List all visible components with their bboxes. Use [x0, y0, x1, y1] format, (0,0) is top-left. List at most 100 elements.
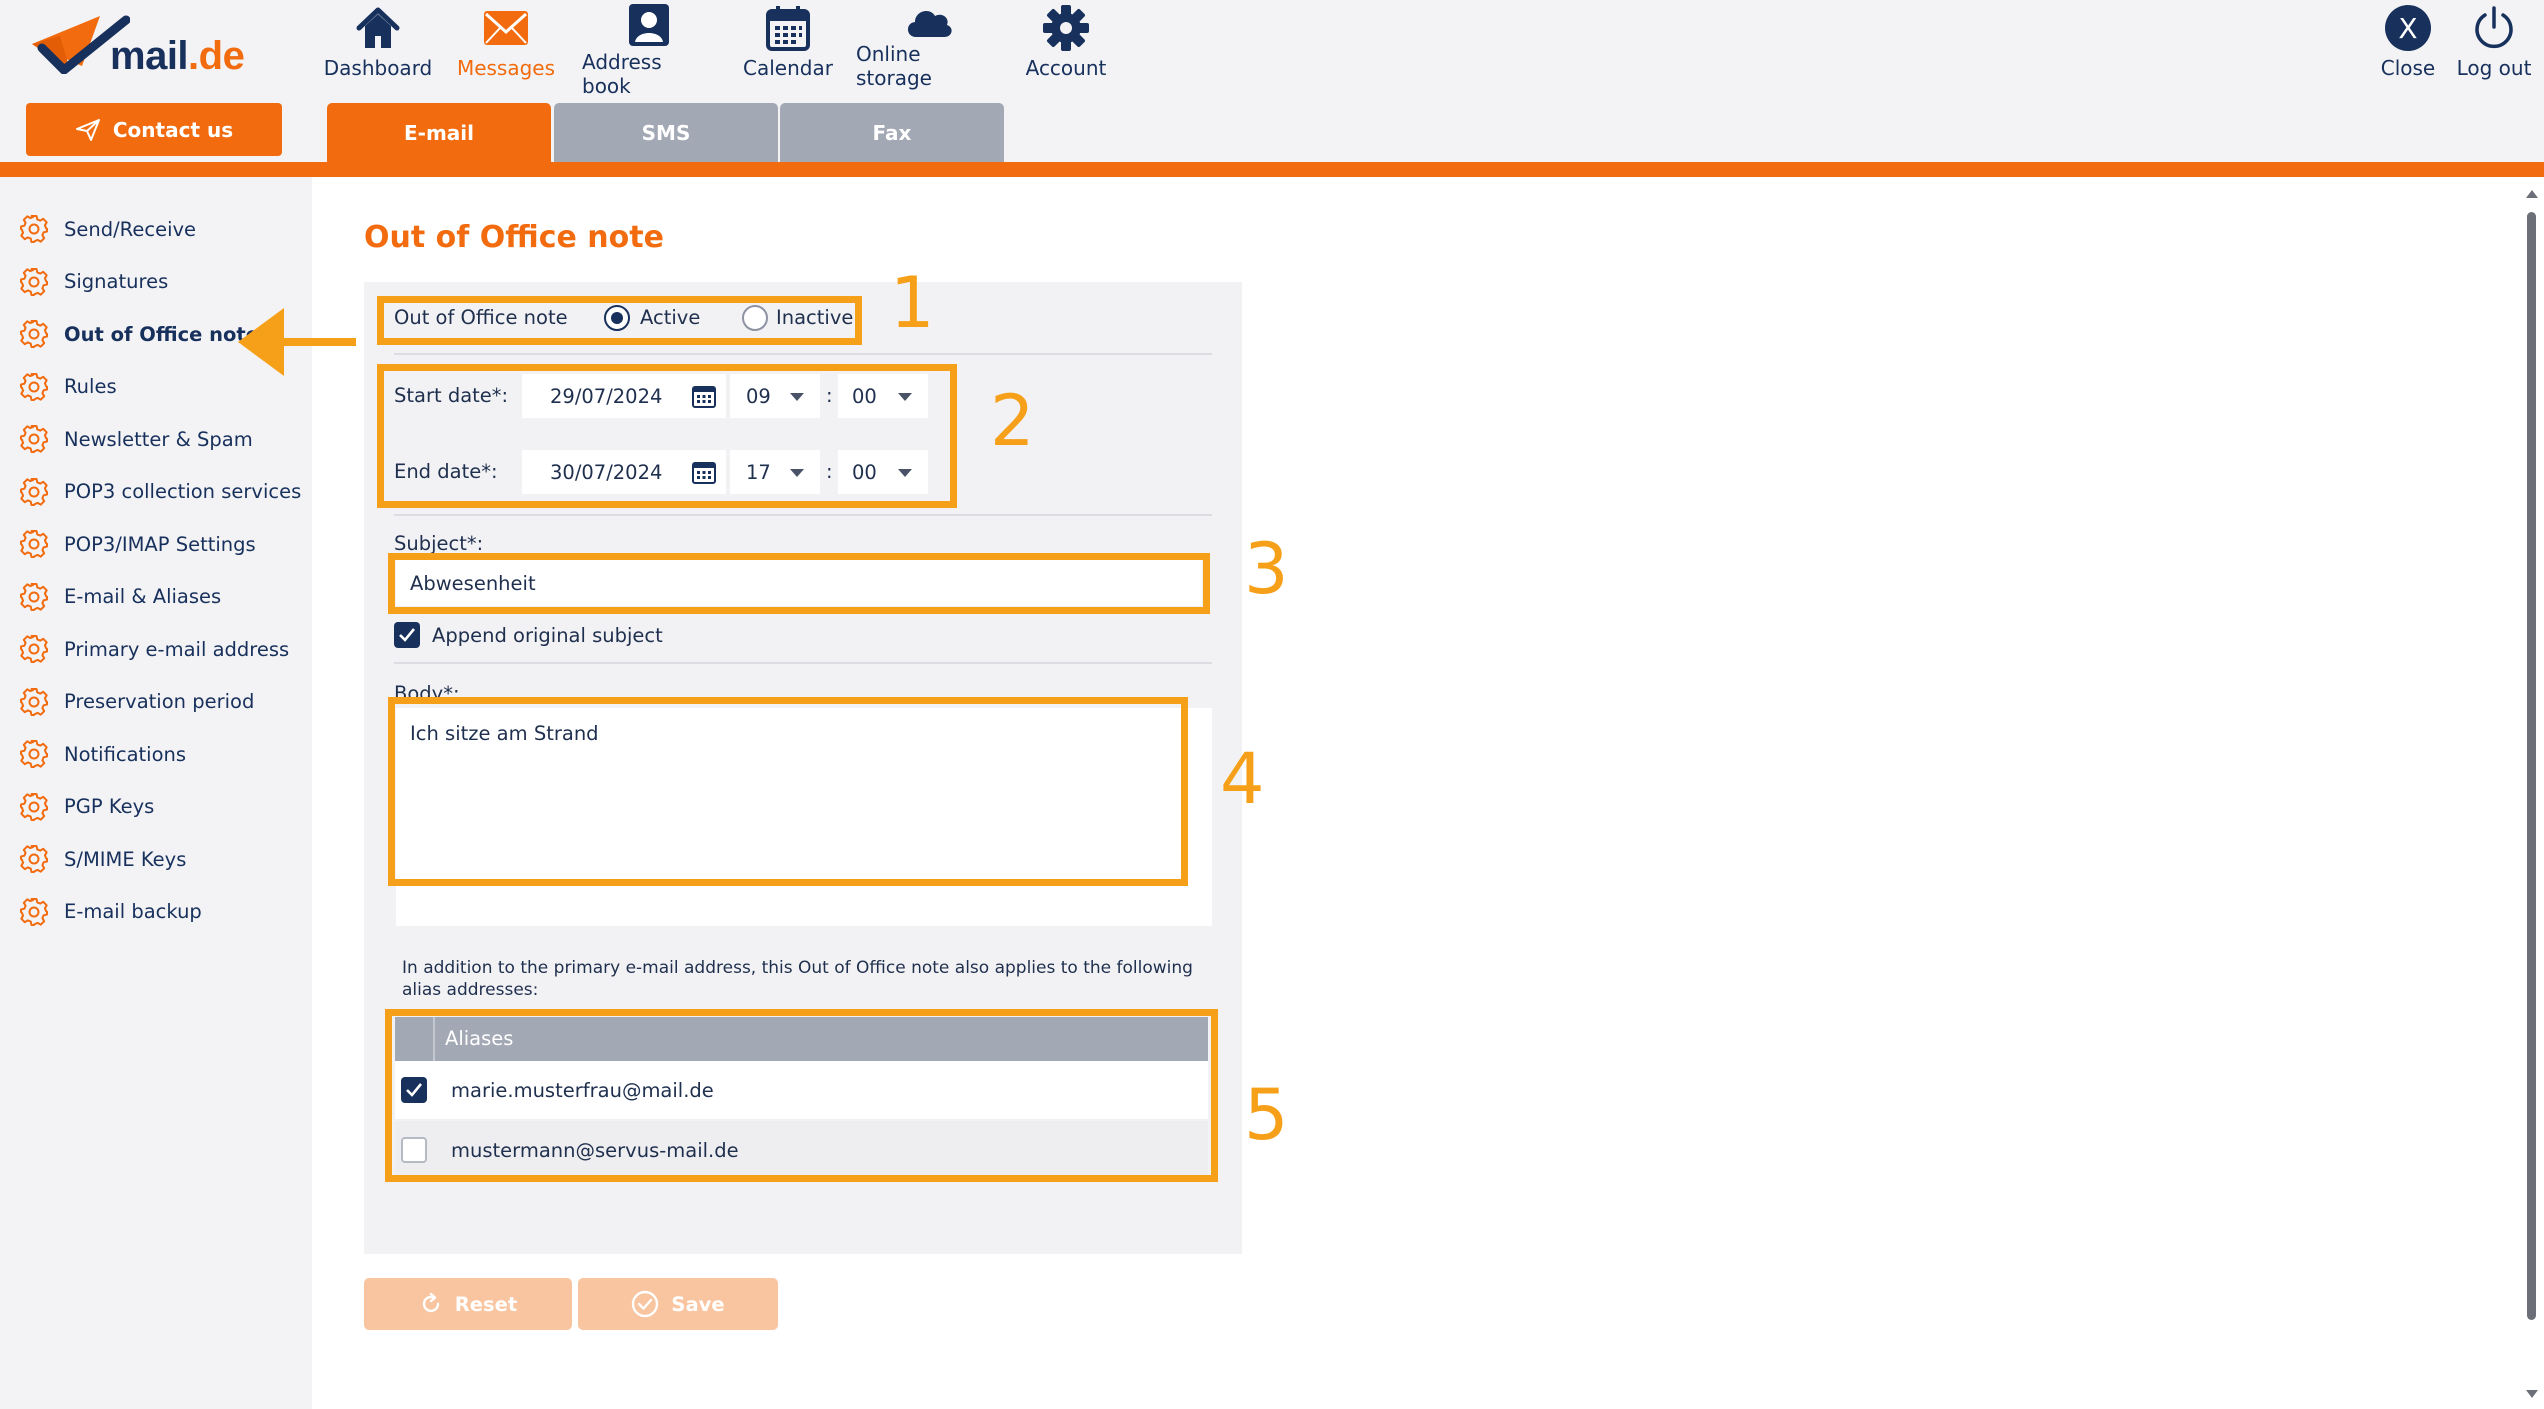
sidebar-item[interactable]: Signatures: [18, 264, 168, 300]
nav-online-storage-label: Online storage: [856, 42, 932, 90]
annotation-number-4: 4: [1220, 738, 1265, 820]
sidebar-item-label: S/MIME Keys: [64, 847, 187, 871]
power-icon: [2475, 6, 2513, 49]
gear-icon: [18, 213, 50, 245]
sidebar-item-label: Send/Receive: [64, 217, 197, 241]
sidebar-item-label: Primary e-mail address: [64, 637, 290, 661]
nav-dashboard[interactable]: Dashboard: [324, 0, 432, 90]
annotation-box-4: [388, 697, 1188, 886]
sidebar-item-label: E-mail & Aliases: [64, 585, 222, 608]
annotation-number-5: 5: [1244, 1074, 1289, 1156]
sidebar-item[interactable]: POP3 collection services: [18, 474, 301, 510]
mail-de-logo[interactable]: mail.de: [30, 12, 250, 78]
logo-text: mail.de: [110, 34, 245, 78]
close-button[interactable]: X Close: [2358, 0, 2458, 90]
scroll-down-arrow[interactable]: [2526, 1390, 2538, 1398]
home-icon: [356, 7, 400, 48]
gear-icon: [18, 686, 50, 718]
paper-plane-icon: [75, 118, 100, 141]
gear-icon: [1043, 5, 1089, 51]
nav-messages-label: Messages: [456, 56, 556, 80]
annotation-box-1: [377, 296, 862, 345]
sidebar-item[interactable]: PGP Keys: [18, 789, 154, 825]
tab-fax[interactable]: Fax: [780, 103, 1004, 163]
calendar-icon: [766, 6, 810, 51]
sidebar-item-label: Signatures: [64, 270, 169, 293]
tab-sms[interactable]: SMS: [554, 103, 778, 163]
nav-messages[interactable]: Messages: [456, 0, 556, 90]
scroll-up-arrow[interactable]: [2526, 190, 2538, 198]
accent-bar: [0, 162, 2544, 177]
sidebar-item-label: Newsletter & Spam: [64, 427, 253, 451]
contact-us-button[interactable]: Contact us: [26, 103, 282, 156]
gear-icon: [18, 581, 50, 613]
divider: [394, 662, 1212, 664]
reset-button[interactable]: Reset: [364, 1278, 572, 1330]
aliases-note: In addition to the primary e-mail addres…: [402, 958, 1193, 1000]
envelope-icon: [484, 11, 528, 45]
reset-label: Reset: [454, 1292, 518, 1316]
sidebar-item[interactable]: Out of Office note: [18, 316, 259, 352]
annotation-box-2: [377, 364, 957, 508]
annotation-number-1: 1: [890, 262, 935, 344]
sidebar-item[interactable]: POP3/IMAP Settings: [18, 526, 256, 562]
save-button[interactable]: Save: [578, 1278, 778, 1330]
sidebar-item-label: POP3 collection services: [64, 480, 302, 503]
gear-icon: [18, 896, 50, 928]
gear-icon: [18, 791, 50, 823]
append-subject-checkbox[interactable]: [394, 622, 420, 648]
sidebar-item[interactable]: Primary e-mail address: [18, 631, 289, 667]
contact-card-icon: [629, 4, 669, 46]
annotation-arrow-icon: [238, 308, 356, 376]
tab-email[interactable]: E-mail: [327, 103, 551, 163]
annotation-box-5: [385, 1009, 1218, 1182]
cloud-icon: [907, 11, 952, 37]
nav-calendar[interactable]: Calendar: [738, 0, 838, 90]
gear-icon: [18, 738, 50, 770]
nav-online-storage[interactable]: Online storage: [856, 0, 1001, 90]
sidebar-item-label: Preservation period: [64, 690, 255, 713]
annotation-box-3: [388, 553, 1210, 614]
annotation-number-3: 3: [1244, 528, 1289, 610]
scroll-thumb[interactable]: [2527, 212, 2536, 1320]
contact-us-label: Contact us: [112, 117, 234, 142]
annotation-number-2: 2: [990, 380, 1035, 462]
sidebar-item-label: Out of Office note: [64, 322, 259, 346]
nav-dashboard-label: Dashboard: [323, 56, 433, 80]
sidebar-item[interactable]: Notifications: [18, 736, 186, 772]
top-header: mail.de Contact us Dashboard Messages Ad…: [0, 0, 2544, 165]
save-label: Save: [671, 1292, 725, 1316]
page-title: Out of Office note: [364, 220, 664, 255]
sidebar-item[interactable]: Send/Receive: [18, 211, 196, 247]
gear-icon: [18, 371, 50, 403]
nav-calendar-label: Calendar: [743, 56, 833, 80]
gear-icon: [18, 528, 50, 560]
divider: [394, 353, 1212, 355]
logout-button[interactable]: Log out: [2444, 0, 2544, 90]
sidebar-item-label: POP3/IMAP Settings: [64, 532, 256, 556]
logout-label: Log out: [2456, 56, 2532, 80]
sidebar-item[interactable]: E-mail & Aliases: [18, 579, 221, 615]
sidebar-item-label: Notifications: [64, 742, 187, 766]
gear-icon: [18, 266, 50, 298]
sidebar-item[interactable]: Preservation period: [18, 684, 254, 720]
gear-icon: [18, 318, 50, 350]
sidebar-item-label: E-mail backup: [64, 900, 202, 923]
sidebar-item[interactable]: E-mail backup: [18, 894, 202, 930]
gear-icon: [18, 633, 50, 665]
gear-icon: [18, 843, 50, 875]
check-circle-icon: [632, 1290, 659, 1318]
divider: [394, 514, 1212, 516]
close-label: Close: [2380, 56, 2436, 80]
sidebar-item[interactable]: Rules: [18, 369, 117, 405]
sidebar-item[interactable]: Newsletter & Spam: [18, 421, 253, 457]
nav-address-book[interactable]: Address book: [582, 0, 716, 98]
gear-icon: [18, 423, 50, 455]
sidebar-item[interactable]: S/MIME Keys: [18, 841, 186, 877]
gear-icon: [18, 476, 50, 508]
nav-account[interactable]: Account: [1016, 0, 1116, 90]
sidebar-item-label: PGP Keys: [64, 795, 155, 818]
page-scrollbar[interactable]: [2524, 190, 2538, 1402]
append-subject-label: Append original subject: [432, 624, 663, 647]
sidebar-item-label: Rules: [64, 375, 117, 398]
